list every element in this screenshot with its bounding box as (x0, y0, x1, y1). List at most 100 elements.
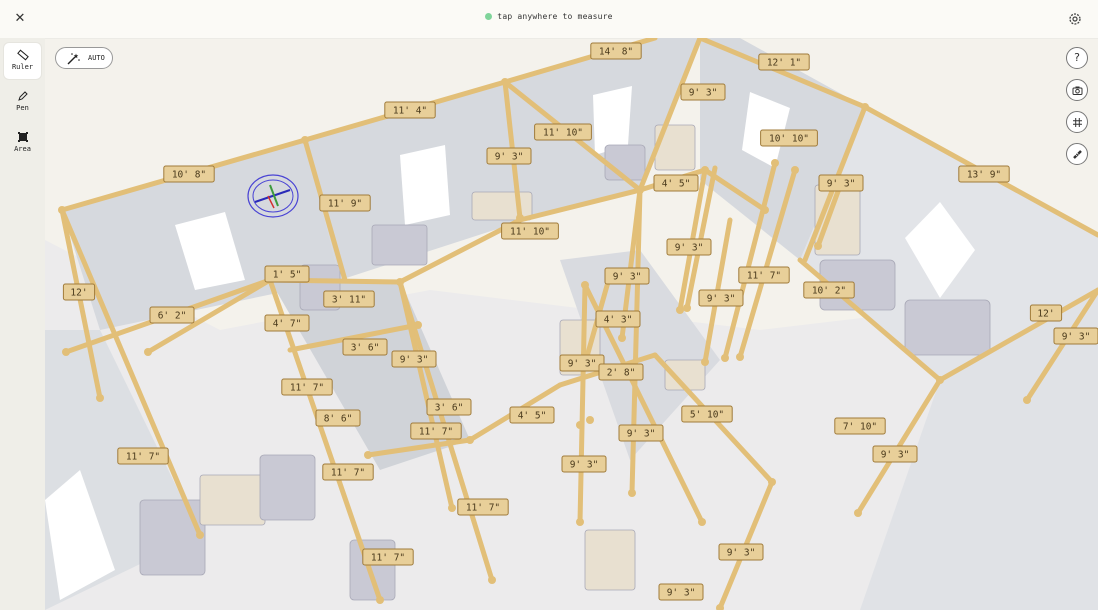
measurement-label-text: 12' (70, 288, 87, 299)
measurement-label[interactable]: 9' 3" (391, 350, 437, 368)
measurement-label-text: 9' 3" (827, 179, 856, 190)
measurement-label[interactable]: 12' (1029, 304, 1063, 322)
auto-button[interactable]: AUTO (55, 47, 113, 69)
measurement-label[interactable]: 11' 10" (501, 222, 559, 240)
measurement-label[interactable]: 9' 3" (698, 289, 744, 307)
measurement-label[interactable]: 4' 5" (509, 406, 555, 424)
measurement-label[interactable]: 11' 7" (457, 498, 509, 516)
auto-button-label: AUTO (88, 54, 105, 62)
tool-area[interactable]: Area (4, 125, 41, 161)
measurement-label-text: 11' 10" (543, 128, 583, 139)
measurement-label[interactable]: 9' 3" (604, 267, 650, 285)
measurement-label[interactable]: 10' 8" (163, 165, 215, 183)
measurement-label-text: 1' 5" (273, 270, 302, 281)
measurement-label-text: 3' 6" (435, 403, 464, 414)
measurement-label-text: 5' 10" (690, 410, 724, 421)
measurement-label[interactable]: 11' 10" (534, 123, 592, 141)
measurement-label[interactable]: 9' 3" (1053, 327, 1098, 345)
measurement-label-text: 11' 4" (393, 106, 427, 117)
measurement-label[interactable]: 3' 6" (342, 338, 388, 356)
measurement-label[interactable]: 10' 2" (803, 281, 855, 299)
measurement-label[interactable]: 11' 7" (362, 548, 414, 566)
measurement-label[interactable]: 11' 7" (410, 422, 462, 440)
measurement-label-text: 9' 3" (881, 450, 910, 461)
measurement-label[interactable]: 9' 3" (666, 238, 712, 256)
tool-sidebar: Ruler Pen Area (0, 38, 45, 610)
measurement-label-text: 11' 7" (331, 468, 365, 479)
measurement-label-text: 11' 7" (126, 452, 160, 463)
measurement-label[interactable]: 3' 6" (426, 398, 472, 416)
help-button[interactable]: ? (1066, 47, 1088, 69)
measurement-label-text: 11' 7" (466, 503, 500, 514)
measurement-label[interactable]: 4' 7" (264, 314, 310, 332)
measurement-label[interactable]: 11' 7" (117, 447, 169, 465)
measurement-label[interactable]: 11' 7" (281, 378, 333, 396)
measurement-label[interactable]: 12' 1" (758, 53, 810, 71)
measurement-label-text: 3' 11" (332, 295, 366, 306)
measurement-label[interactable]: 6' 2" (149, 306, 195, 324)
measurement-label-text: 11' 9" (328, 199, 362, 210)
tool-pen[interactable]: Pen (4, 84, 41, 120)
measurement-label[interactable]: 9' 3" (872, 445, 918, 463)
measurement-label[interactable]: 14' 8" (590, 42, 642, 60)
measurement-label-text: 10' 10" (769, 134, 809, 145)
measurement-label[interactable]: 12' (62, 283, 96, 301)
top-bar: ✕ tap anywhere to measure (0, 0, 1098, 39)
measurement-label-text: 9' 3" (570, 460, 599, 471)
measurement-label-text: 2' 8" (607, 368, 636, 379)
measurement-label[interactable]: 11' 7" (738, 266, 790, 284)
measurement-label-text: 14' 8" (599, 47, 633, 58)
tool-ruler[interactable]: Ruler (4, 43, 41, 79)
measurement-label[interactable]: 9' 3" (658, 583, 704, 601)
grid-button[interactable] (1066, 111, 1088, 133)
measurement-label[interactable]: 1' 5" (264, 265, 310, 283)
measurement-label-text: 9' 3" (400, 355, 429, 366)
measurement-label-text: 9' 3" (613, 272, 642, 283)
measurement-label-text: 11' 7" (747, 271, 781, 282)
status-text: tap anywhere to measure (497, 12, 613, 21)
measurement-label-text: 11' 7" (419, 427, 453, 438)
gear-icon[interactable] (1066, 10, 1084, 28)
measurement-label-text: 9' 3" (689, 88, 718, 99)
ruler-icon (16, 49, 29, 61)
measurement-label-text: 9' 3" (675, 243, 704, 254)
measurement-label-text: 4' 5" (518, 411, 547, 422)
measurement-label-text: 12' (1037, 309, 1054, 320)
measure-tool-button[interactable] (1066, 143, 1088, 165)
measurement-label[interactable]: 13' 9" (958, 165, 1010, 183)
camera-button[interactable] (1066, 79, 1088, 101)
measurement-label-text: 4' 7" (273, 319, 302, 330)
tool-label: Ruler (11, 63, 34, 71)
measurement-label-text: 10' 8" (172, 170, 206, 181)
measurement-label-text: 9' 3" (727, 548, 756, 559)
measurement-label-text: 7' 10" (843, 422, 877, 433)
measurement-label[interactable]: 7' 10" (834, 417, 886, 435)
measurement-label[interactable]: 11' 7" (322, 463, 374, 481)
measurement-label[interactable]: 8' 6" (315, 409, 361, 427)
measurement-label[interactable]: 4' 3" (595, 310, 641, 328)
measurement-label[interactable]: 10' 10" (760, 129, 818, 147)
tool-label: Pen (16, 104, 29, 112)
measurement-label-text: 4' 3" (604, 315, 633, 326)
measurement-label[interactable]: 9' 3" (680, 83, 726, 101)
measurement-label[interactable]: 9' 3" (561, 455, 607, 473)
measurement-label[interactable]: 9' 3" (559, 354, 605, 372)
measurement-label[interactable]: 3' 11" (323, 290, 375, 308)
status-message: tap anywhere to measure (0, 12, 1098, 21)
floorplan-canvas[interactable]: 14' 8" 12' 1" 11' 4" 9' 3" 11' 10" 9' 3" 10' 1… (45, 38, 1098, 610)
measurement-label-text: 3' 6" (351, 343, 380, 354)
measurement-label[interactable]: 11' 4" (384, 101, 436, 119)
measurement-label[interactable]: 9' 3" (618, 424, 664, 442)
measurement-label-text: 12' 1" (767, 58, 801, 69)
measurement-label[interactable]: 5' 10" (681, 405, 733, 423)
measurement-label[interactable]: 9' 3" (486, 147, 532, 165)
measurement-label[interactable]: 4' 5" (653, 174, 699, 192)
measurement-label[interactable]: 9' 3" (718, 543, 764, 561)
measurement-label[interactable]: 9' 3" (818, 174, 864, 192)
measurement-label[interactable]: 2' 8" (598, 363, 644, 381)
magic-wand-icon (67, 53, 80, 65)
measurement-label-text: 6' 2" (158, 311, 187, 322)
measurement-label[interactable]: 11' 9" (319, 194, 371, 212)
measurement-label-text: 10' 2" (812, 286, 846, 297)
help-icon: ? (1074, 51, 1080, 64)
